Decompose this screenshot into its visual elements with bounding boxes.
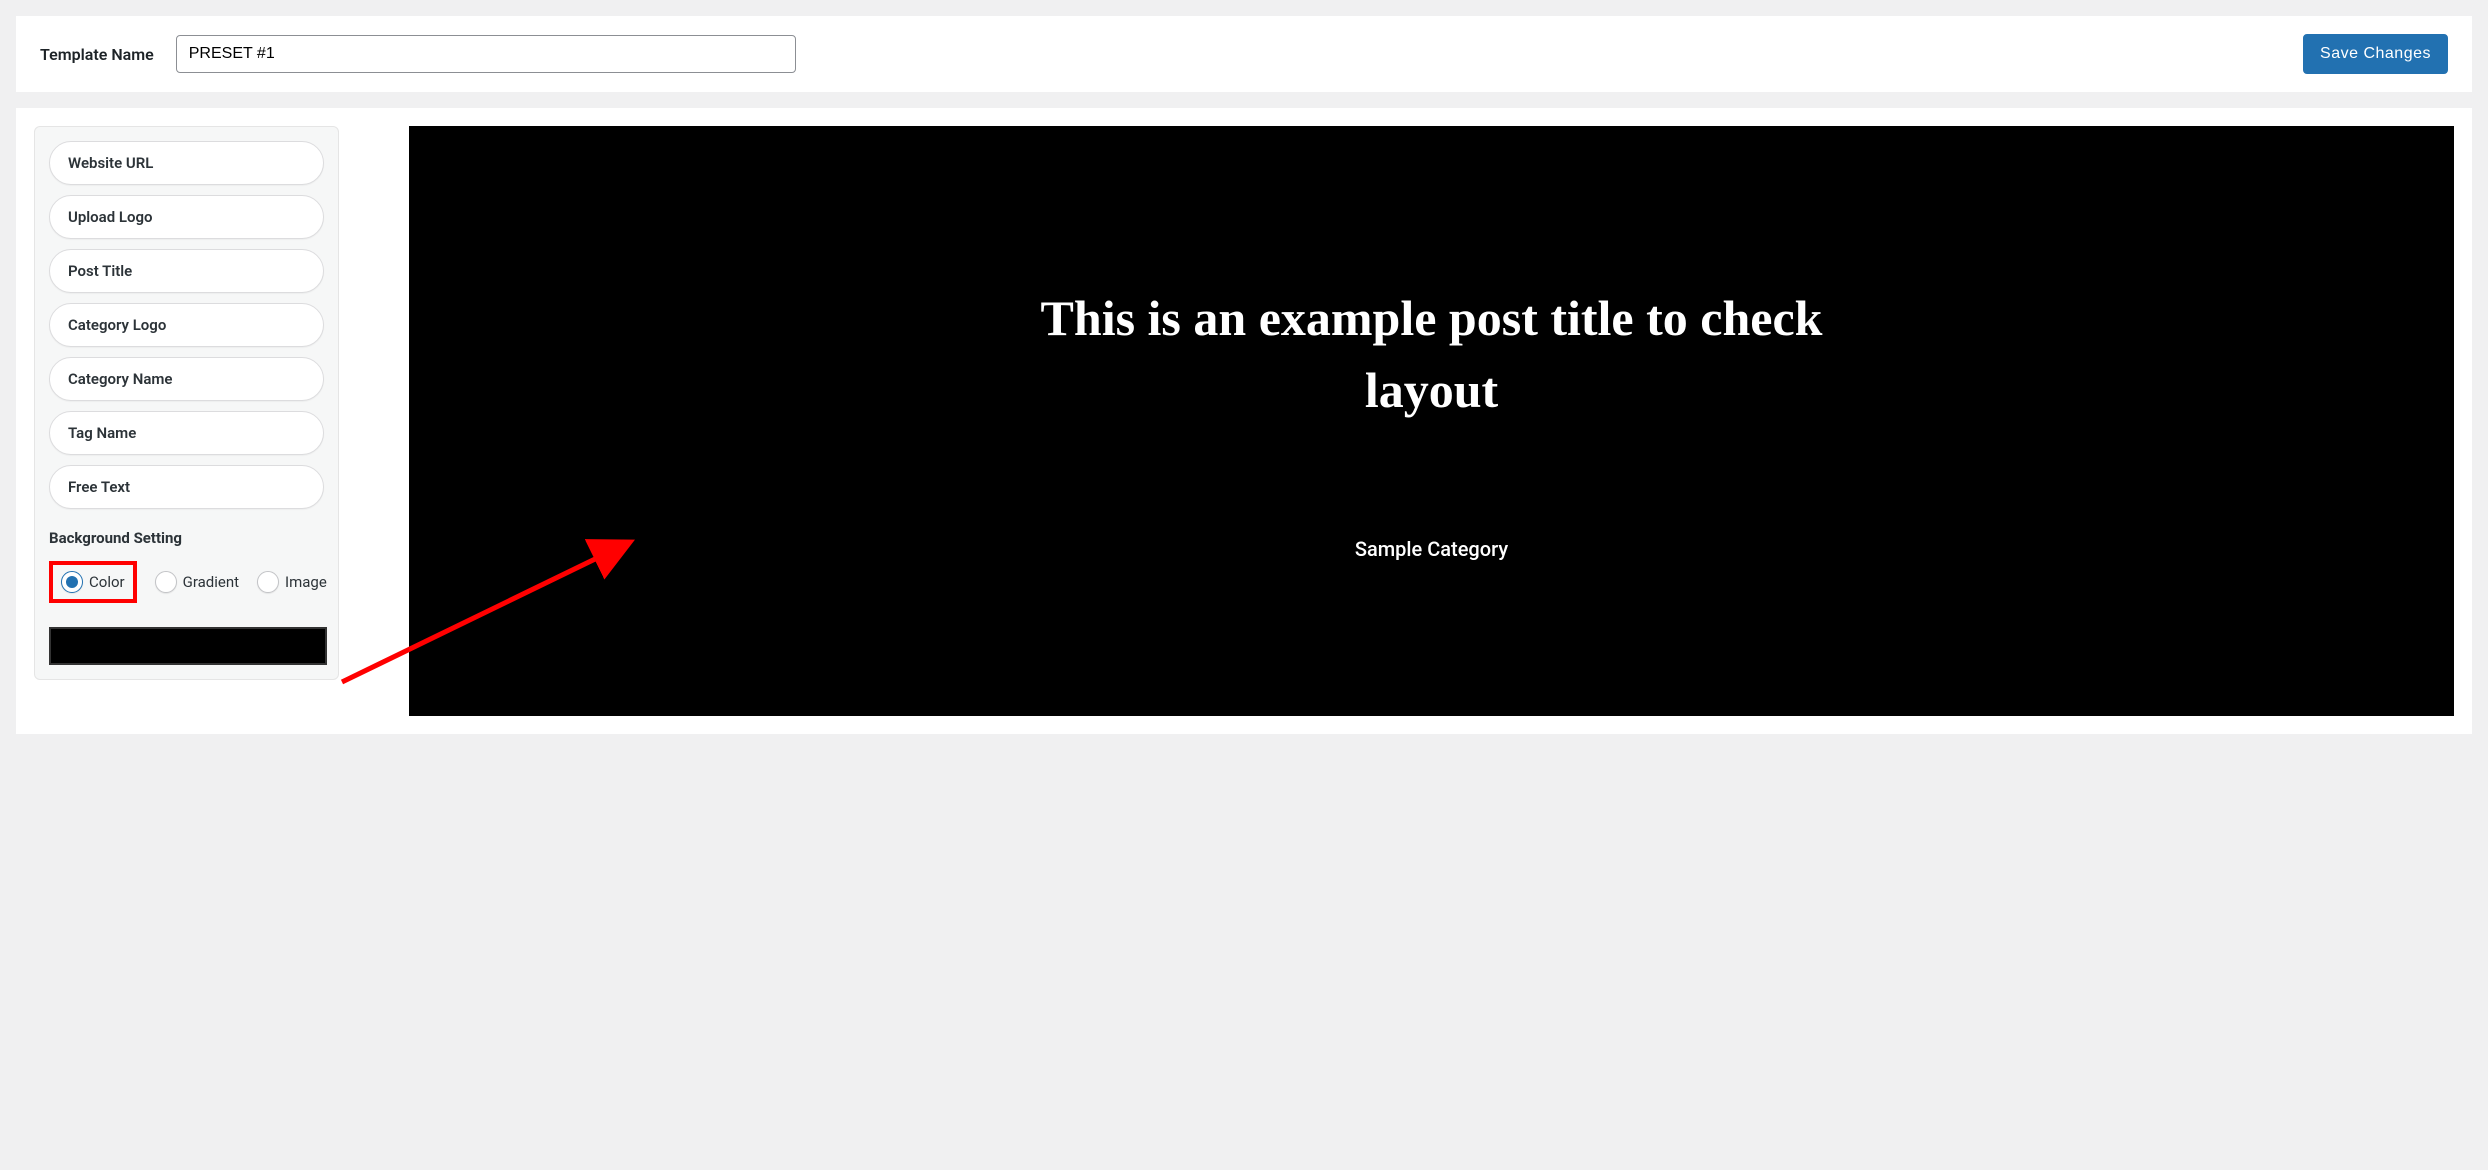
bg-radio-color[interactable]	[61, 571, 83, 593]
bg-option-gradient-group: Gradient	[155, 571, 239, 593]
bg-color-swatch[interactable]	[49, 627, 327, 665]
bg-radio-image[interactable]	[257, 571, 279, 593]
element-category-name[interactable]: Category Name	[49, 357, 324, 401]
preview-category: Sample Category	[1355, 537, 1508, 561]
save-changes-button[interactable]: Save Changes	[2303, 34, 2448, 74]
element-post-title[interactable]: Post Title	[49, 249, 324, 293]
bg-radio-image-label: Image	[285, 573, 327, 591]
bg-option-color-group: Color	[61, 571, 125, 593]
elements-sidebar: Website URL Upload Logo Post Title Categ…	[34, 126, 339, 680]
element-tag-name[interactable]: Tag Name	[49, 411, 324, 455]
element-upload-logo[interactable]: Upload Logo	[49, 195, 324, 239]
background-options-row: Color Gradient Image	[49, 561, 324, 603]
template-name-group: Template Name	[40, 35, 796, 73]
annotation-highlight-box: Color	[49, 561, 137, 603]
bg-radio-gradient[interactable]	[155, 571, 177, 593]
preview-post-title: This is an example post title to check l…	[972, 282, 1892, 427]
bg-option-image-group: Image	[257, 571, 327, 593]
editor-main-panel: Website URL Upload Logo Post Title Categ…	[16, 108, 2472, 734]
bg-radio-color-label: Color	[89, 573, 125, 591]
template-name-label: Template Name	[40, 45, 154, 64]
template-header-bar: Template Name Save Changes	[16, 16, 2472, 92]
bg-radio-gradient-label: Gradient	[183, 573, 239, 591]
template-preview-canvas: This is an example post title to check l…	[409, 126, 2454, 716]
background-setting-label: Background Setting	[49, 529, 324, 547]
element-free-text[interactable]: Free Text	[49, 465, 324, 509]
template-name-input[interactable]	[176, 35, 796, 73]
element-website-url[interactable]: Website URL	[49, 141, 324, 185]
element-category-logo[interactable]: Category Logo	[49, 303, 324, 347]
